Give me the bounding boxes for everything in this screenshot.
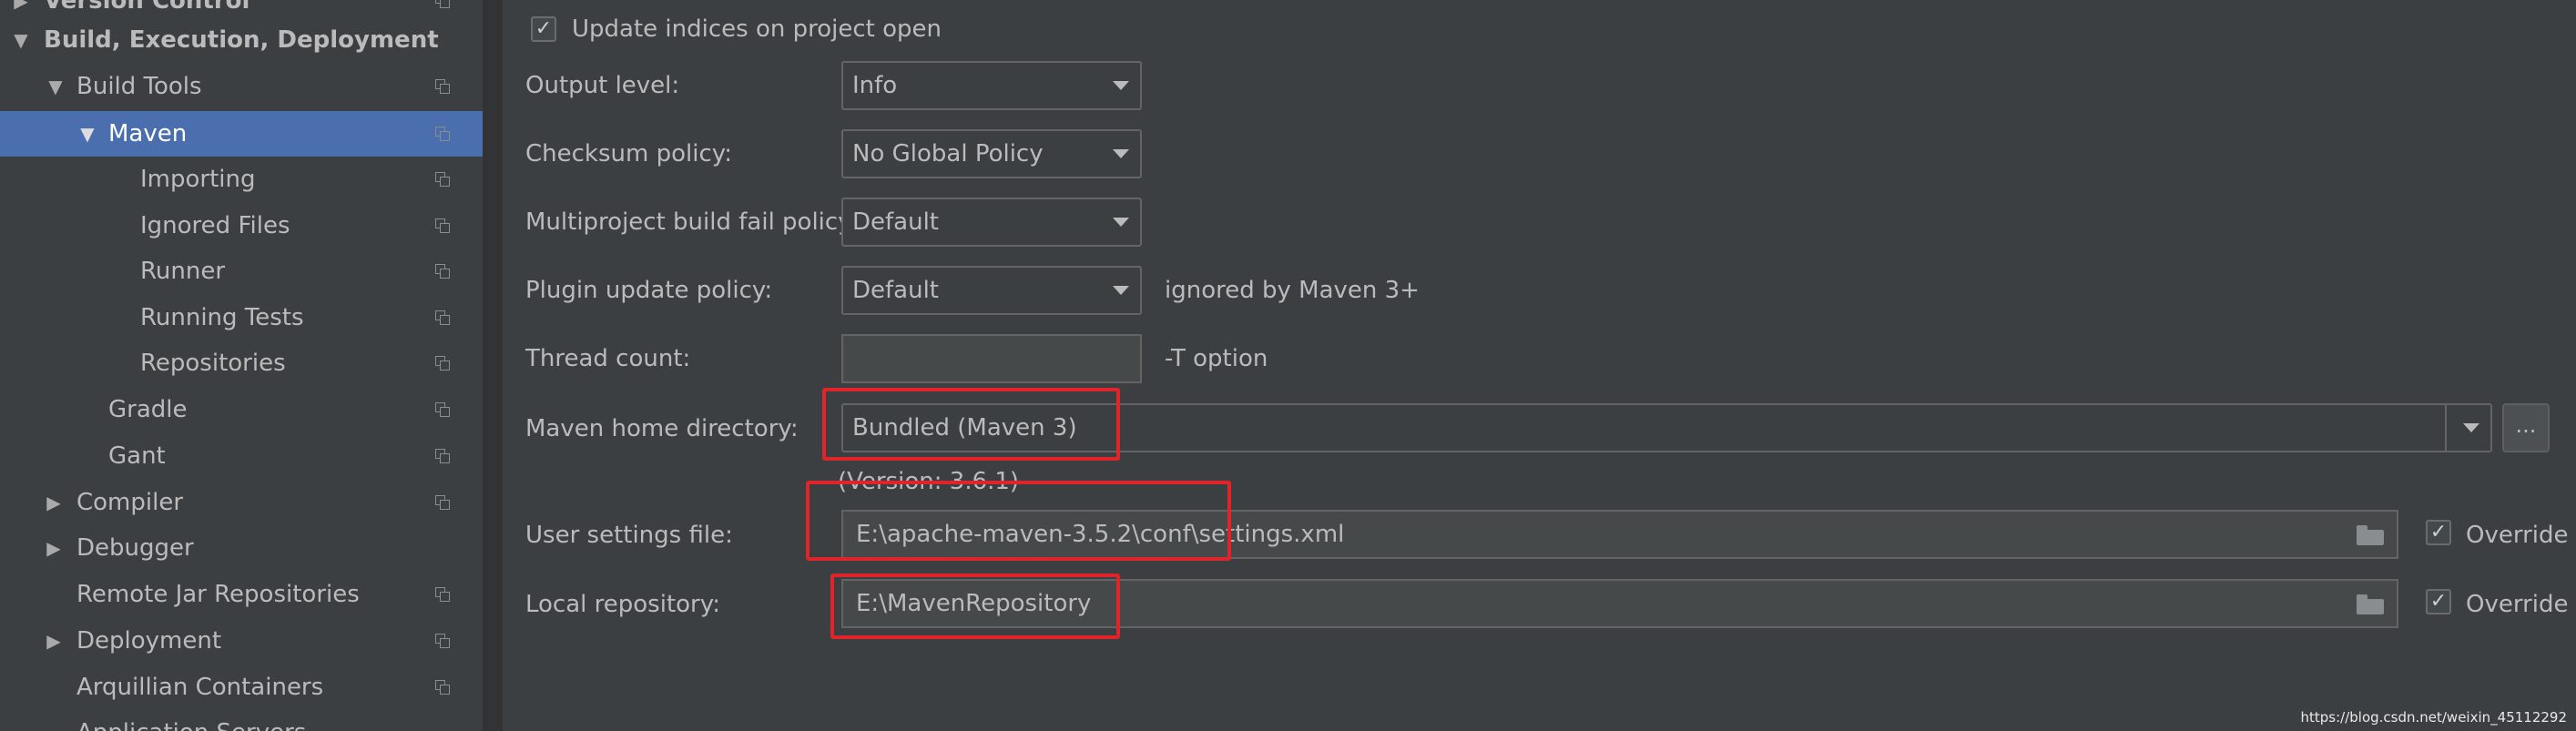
user-settings-override-label: Override [2466, 522, 2569, 549]
copy-settings-icon [435, 449, 450, 463]
user-settings-label: User settings file: [525, 522, 733, 549]
tree-item-label: Ignored Files [140, 212, 290, 239]
tree-item-gradle[interactable]: Gradle [0, 387, 483, 432]
plugin-update-policy-combo[interactable]: Default [841, 266, 1142, 315]
triangle-down-icon[interactable]: ▼ [46, 64, 66, 109]
triangle-right-icon[interactable]: ▶ [44, 480, 64, 525]
tree-item-debugger[interactable]: ▶ Debugger [0, 525, 483, 571]
tree-item-label: Arquillian Containers [76, 674, 324, 701]
local-repository-override-label: Override [2466, 591, 2569, 618]
copy-settings-icon [435, 310, 450, 325]
tree-item-label: Deployment [76, 627, 222, 655]
tree-item-label: Build Tools [76, 73, 202, 100]
user-settings-override-checkbox[interactable]: ✓ [2426, 520, 2451, 545]
tree-item-label: Compiler [76, 489, 184, 516]
tree-item-runner[interactable]: Runner [0, 249, 483, 294]
tree-item-running-tests[interactable]: Running Tests [0, 295, 483, 340]
copy-settings-icon [435, 402, 450, 417]
copy-settings-icon [435, 495, 450, 510]
chevron-down-icon [2463, 423, 2479, 432]
tree-item-label: Build, Execution, Deployment [44, 26, 439, 54]
checksum-policy-label: Checksum policy: [525, 140, 733, 168]
tree-item-repositories[interactable]: Repositories [0, 340, 483, 386]
update-indices-label: Update indices on project open [572, 15, 942, 43]
multiproject-fail-policy-value: Default [852, 208, 939, 236]
tree-item-label: Importing [140, 166, 256, 193]
chevron-down-icon [1113, 286, 1129, 295]
tree-item-label: Gant [108, 442, 166, 470]
folder-icon[interactable] [2357, 525, 2384, 545]
plugin-update-policy-hint: ignored by Maven 3+ [1165, 277, 1420, 304]
tree-item-importing[interactable]: Importing [0, 157, 483, 202]
multiproject-fail-policy-label: Multiproject build fail policy: [525, 208, 859, 236]
copy-settings-icon [435, 356, 450, 371]
highlight-local-repository [830, 574, 1120, 639]
tree-item-arquillian-containers[interactable]: Arquillian Containers [0, 665, 483, 710]
triangle-down-icon[interactable]: ▼ [11, 17, 31, 63]
chevron-down-icon [1113, 149, 1129, 158]
splitter[interactable] [483, 0, 503, 731]
tree-item-label: Repositories [140, 350, 286, 377]
tree-item-remote-jar-repositories[interactable]: Remote Jar Repositories [0, 572, 483, 617]
tree-item-build-tools[interactable]: ▼ Build Tools [0, 64, 483, 109]
tree-item-label: Application Servers [76, 710, 306, 731]
copy-settings-icon [435, 0, 450, 8]
copy-settings-icon [435, 218, 450, 233]
copy-settings-icon [435, 127, 450, 141]
triangle-right-icon[interactable]: ▶ [44, 618, 64, 664]
local-repository-override-checkbox[interactable]: ✓ [2426, 589, 2451, 614]
triangle-down-icon[interactable]: ▼ [77, 111, 97, 157]
thread-count-input[interactable] [841, 334, 1142, 383]
combo-separator [2445, 405, 2447, 451]
chevron-down-icon [1113, 81, 1129, 90]
tree-item-label: Runner [140, 258, 226, 285]
tree-item-gant[interactable]: Gant [0, 433, 483, 479]
tree-item-compiler[interactable]: ▶ Compiler [0, 480, 483, 525]
copy-settings-icon [435, 79, 450, 94]
copy-settings-icon [435, 587, 450, 602]
tree-item-label: Gradle [108, 396, 188, 423]
copy-settings-icon [435, 172, 450, 187]
highlight-user-settings [806, 481, 1231, 561]
tree-item-build-execution-deployment[interactable]: ▼ Build, Execution, Deployment [0, 17, 483, 63]
plugin-update-policy-value: Default [852, 277, 939, 304]
tree-item-label: Remote Jar Repositories [76, 581, 360, 608]
local-repository-label: Local repository: [525, 591, 720, 618]
highlight-maven-home [822, 388, 1120, 461]
maven-settings-panel: ✓ Update indices on project open Output … [503, 0, 2576, 731]
tree-item-ignored-files[interactable]: Ignored Files [0, 203, 483, 249]
checksum-policy-value: No Global Policy [852, 140, 1044, 168]
tree-item-label: Maven [108, 120, 188, 147]
maven-home-label: Maven home directory: [525, 415, 799, 442]
output-level-value: Info [852, 72, 898, 99]
copy-settings-icon [435, 264, 450, 279]
tree-item-deployment[interactable]: ▶ Deployment [0, 618, 483, 664]
triangle-right-icon[interactable]: ▶ [44, 525, 64, 571]
tree-item-maven[interactable]: ▼ Maven [0, 111, 483, 157]
plugin-update-policy-label: Plugin update policy: [525, 277, 773, 304]
output-level-label: Output level: [525, 72, 680, 99]
copy-settings-icon [435, 634, 450, 648]
multiproject-fail-policy-combo[interactable]: Default [841, 198, 1142, 247]
thread-count-label: Thread count: [525, 345, 691, 372]
tree-item-application-servers[interactable]: Application Servers [0, 710, 483, 731]
chevron-down-icon [1113, 218, 1129, 227]
browse-maven-home-button[interactable]: ... [2502, 403, 2550, 452]
tree-item-label: Debugger [76, 534, 194, 562]
update-indices-checkbox[interactable]: ✓ [531, 16, 556, 42]
output-level-combo[interactable]: Info [841, 61, 1142, 110]
watermark: https://blog.csdn.net/weixin_45112292 [2300, 709, 2567, 726]
tree-item-label: Running Tests [140, 304, 304, 331]
folder-icon[interactable] [2357, 594, 2384, 614]
settings-tree: ▶ Version Control ▼ Build, Execution, De… [0, 0, 483, 731]
thread-count-hint: -T option [1165, 345, 1268, 372]
copy-settings-icon [435, 680, 450, 695]
checksum-policy-combo[interactable]: No Global Policy [841, 129, 1142, 178]
settings-window: ▶ Version Control ▼ Build, Execution, De… [0, 0, 2576, 731]
